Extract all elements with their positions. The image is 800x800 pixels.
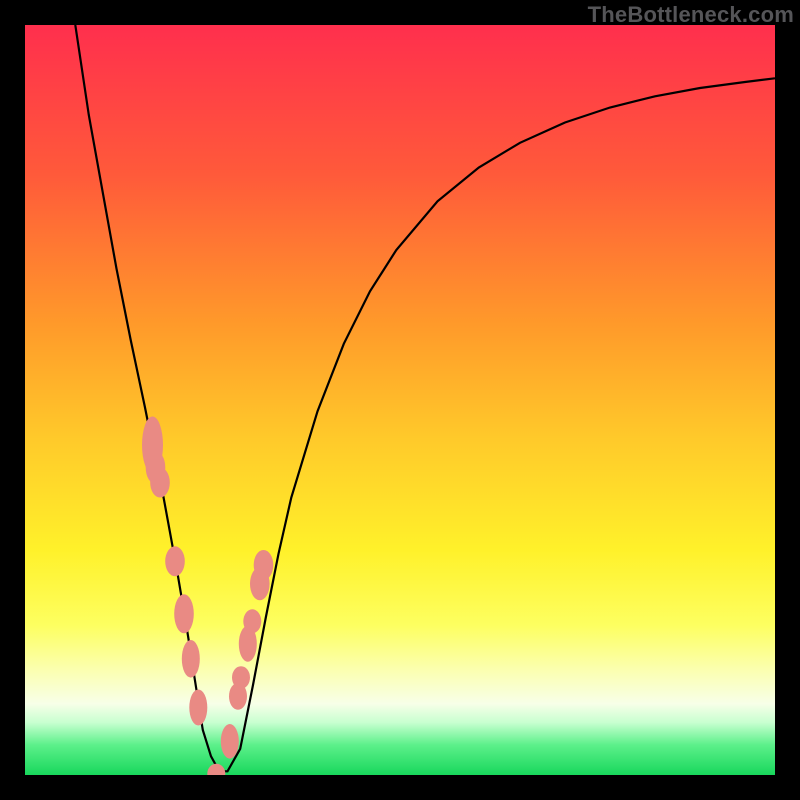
highlight-marker (243, 609, 261, 633)
curve-layer (25, 25, 775, 775)
highlight-marker (207, 764, 225, 775)
highlight-marker (189, 690, 207, 726)
highlight-marker (165, 546, 185, 576)
highlighted-points-group (142, 417, 273, 776)
watermark-text: TheBottleneck.com (588, 2, 794, 28)
highlight-marker (232, 666, 250, 689)
highlight-marker (150, 468, 170, 498)
outer-frame: TheBottleneck.com (0, 0, 800, 800)
highlight-marker (221, 724, 239, 759)
highlight-marker (174, 594, 194, 633)
bottleneck-curve (75, 25, 775, 771)
highlight-marker (182, 640, 200, 678)
highlight-marker (254, 550, 274, 580)
